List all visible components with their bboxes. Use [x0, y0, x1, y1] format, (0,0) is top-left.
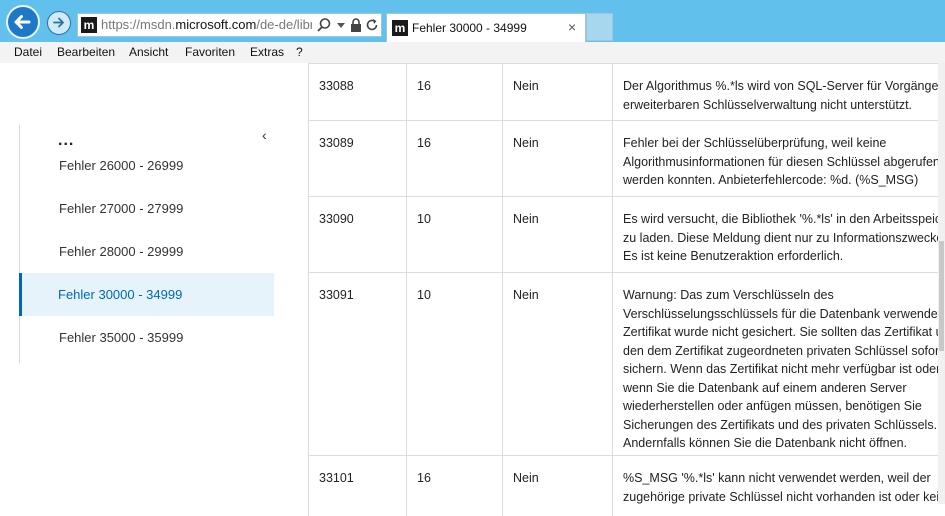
event-logged-cell: Nein: [502, 197, 612, 273]
close-icon[interactable]: ×: [568, 19, 576, 35]
description-line: sichern. Wenn das Zertifikat nicht mehr …: [623, 362, 941, 376]
table-row: 33089 16 Nein Fehler bei der Schlüsselüberp…: [308, 120, 945, 197]
error-number-cell: 33091: [308, 273, 406, 456]
url-text[interactable]: https://msdn.microsoft.com/de-de/library…: [101, 16, 312, 34]
menu-favoriten[interactable]: Favoriten: [185, 45, 235, 60]
description-line: wenn Sie die Datenbank auf einem anderen…: [623, 380, 907, 395]
severity-cell: 10: [406, 273, 502, 456]
event-logged-cell: Nein: [502, 456, 612, 516]
tab-active[interactable]: m Fehler 30000 - 34999 ×: [386, 13, 586, 42]
description-line: Warnung: Das zum Verschlüsseln des: [623, 288, 834, 302]
description-line: Andernfalls können Sie die Datenbank nic…: [623, 436, 907, 450]
menu-bar: Datei Bearbeiten Ansicht Favoriten Extra…: [0, 42, 945, 64]
severity-cell: 10: [406, 197, 502, 273]
forward-button[interactable]: [47, 11, 71, 35]
menu-ansicht[interactable]: Ansicht: [129, 45, 168, 60]
description-line: Es ist keine Benutzeraktion erforderlich…: [623, 249, 844, 263]
description-line: Verschlüsselungsschlüssels für die Daten…: [623, 306, 945, 321]
menu-bearbeiten[interactable]: Bearbeiten: [57, 45, 115, 60]
collapse-chevron-icon[interactable]: ‹: [262, 127, 267, 143]
sidebar-item-27000[interactable]: Fehler 27000 - 27999: [20, 187, 275, 230]
menu-help[interactable]: ?: [296, 45, 303, 60]
forward-arrow-icon: [53, 17, 64, 28]
sidebar-item-30000[interactable]: Fehler 30000 - 34999: [19, 273, 274, 316]
description-cell: Der Algorithmus %.*ls wird von SQL-Serve…: [612, 64, 945, 121]
description-line: Algorithmusinformationen für diesen Schl…: [623, 154, 940, 169]
description-line: wiederherstellen oder anfügen müssen, be…: [623, 399, 922, 413]
sidebar-item-26000[interactable]: Fehler 26000 - 26999: [20, 144, 275, 187]
scrollbar[interactable]: [938, 63, 945, 504]
menu-datei[interactable]: Datei: [14, 45, 42, 60]
description-line: zugehörige private Schlüssel nicht vorha…: [623, 489, 945, 504]
description-line: Zertifikat wurde nicht gesichert. Sie so…: [623, 325, 945, 339]
table-row: 33091 10 Nein Warnung: Das zum Verschlüssel…: [308, 272, 945, 456]
description-line: den dem Zertifikat zugeordneten privaten…: [623, 343, 943, 358]
description-line: erweiterbaren Schlüsselverwaltung nicht …: [623, 97, 913, 112]
error-number-cell: 33090: [308, 197, 406, 273]
severity-cell: 16: [406, 64, 502, 121]
description-cell: Es wird versucht, die Bibliothek '%.*ls'…: [612, 197, 945, 273]
new-tab-button[interactable]: [586, 13, 613, 41]
scrollbar-thumb[interactable]: [939, 241, 944, 351]
description-cell: Fehler bei der Schlüsselüberprüfung, wei…: [612, 121, 945, 197]
error-number-cell: 33089: [308, 121, 406, 197]
menu-extras[interactable]: Extras: [250, 45, 284, 60]
search-icon[interactable]: [316, 17, 332, 33]
description-cell: Warnung: Das zum Verschlüsseln des Versch…: [612, 273, 945, 456]
site-icon: m: [81, 17, 97, 33]
back-button[interactable]: [6, 5, 40, 39]
event-logged-cell: Nein: [502, 273, 612, 456]
error-number-cell: 33088: [308, 64, 406, 121]
address-bar[interactable]: m https://msdn.microsoft.com/de-de/libra…: [77, 13, 382, 37]
sidebar-item-35000[interactable]: Fehler 35000 - 35999: [20, 316, 275, 359]
back-arrow-icon: [14, 15, 31, 29]
refresh-icon[interactable]: [364, 17, 380, 33]
tab-title: Fehler 30000 - 34999: [412, 21, 527, 35]
description-line: Der Algorithmus %.*ls wird von SQL-Serve…: [623, 79, 945, 93]
dropdown-icon[interactable]: [333, 17, 349, 33]
severity-cell: 16: [406, 121, 502, 197]
description-line: Fehler bei der Schlüsselüberprüfung, wei…: [623, 136, 887, 150]
description-line: %S_MSG '%.*ls' kann nicht verwendet werd…: [623, 471, 931, 485]
lock-icon[interactable]: [348, 17, 364, 33]
description-line: Sicherungen des Zertifikats und des priv…: [623, 417, 938, 432]
error-number-cell: 33101: [308, 456, 406, 516]
event-logged-cell: Nein: [502, 64, 612, 121]
description-line: werden konnten. Anbieterfehlercode: %d. …: [623, 173, 919, 187]
description-line: Es wird versucht, die Bibliothek '%.*ls'…: [623, 212, 945, 226]
toc-sidebar: ... ‹ Fehler 26000 - 26999 Fehler 27000 …: [19, 125, 275, 363]
table-row: 33090 10 Nein Es wird versucht, die Bibliot…: [308, 196, 945, 273]
table-row: 33088 16 Nein Der Algorithmus %.*ls wird vo…: [308, 63, 945, 121]
browser-chrome: m https://msdn.microsoft.com/de-de/libra…: [0, 0, 945, 42]
description-line: zu laden. Diese Meldung dient nur zu Inf…: [623, 230, 945, 245]
tab-site-icon: m: [392, 20, 408, 36]
event-logged-cell: Nein: [502, 121, 612, 197]
sidebar-item-28000[interactable]: Fehler 28000 - 29999: [20, 230, 275, 273]
table-row: 33101 16 Nein %S_MSG '%.*ls' kann nicht ver…: [308, 455, 945, 516]
description-cell: %S_MSG '%.*ls' kann nicht verwendet werd…: [612, 456, 945, 516]
severity-cell: 16: [406, 456, 502, 516]
